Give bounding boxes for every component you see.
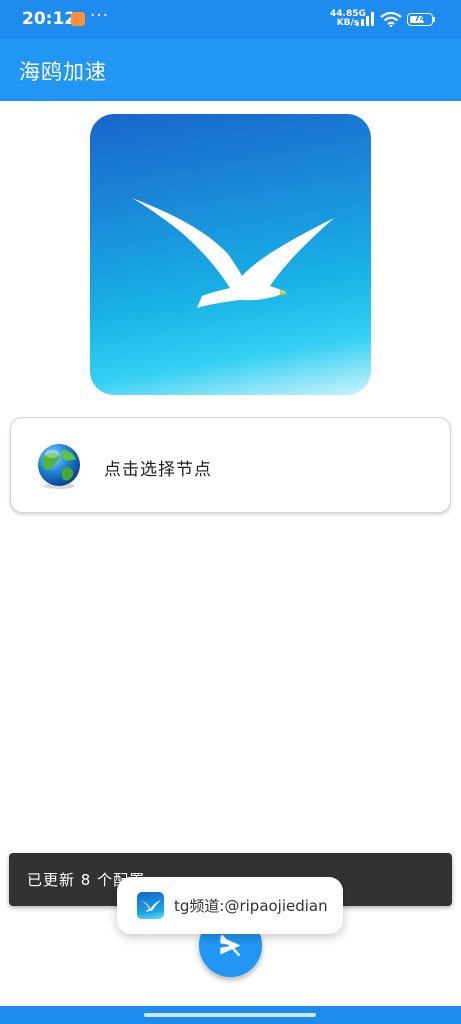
home-indicator[interactable] xyxy=(144,1013,316,1017)
seagull-logo xyxy=(90,114,371,395)
globe-icon xyxy=(38,444,80,489)
seagull-icon xyxy=(132,198,334,308)
notification-app-icon xyxy=(71,12,85,26)
status-bar: 20:12 ··· 44.85G KB/s 74 xyxy=(0,0,461,38)
app-title: 海鸥加速 xyxy=(19,60,107,84)
battery-tip xyxy=(433,17,435,22)
battery-level: 74 xyxy=(414,14,426,23)
more-notifications-icon: ··· xyxy=(90,6,110,26)
app-bar: 海鸥加速 xyxy=(0,38,461,101)
battery-icon: 74 xyxy=(407,13,433,26)
paper-plane-off-icon xyxy=(220,934,241,957)
status-time: 20:12 xyxy=(22,9,77,29)
select-node-label: 点击选择节点 xyxy=(104,460,212,480)
signal-icon xyxy=(356,12,374,26)
toast-message: tg频道:@ripaojiedian xyxy=(174,897,328,915)
seagull-app-icon xyxy=(137,892,164,919)
toast: tg频道:@ripaojiedian xyxy=(117,877,343,934)
wifi-icon xyxy=(380,11,402,27)
select-node-card[interactable]: 点击选择节点 xyxy=(10,417,451,513)
